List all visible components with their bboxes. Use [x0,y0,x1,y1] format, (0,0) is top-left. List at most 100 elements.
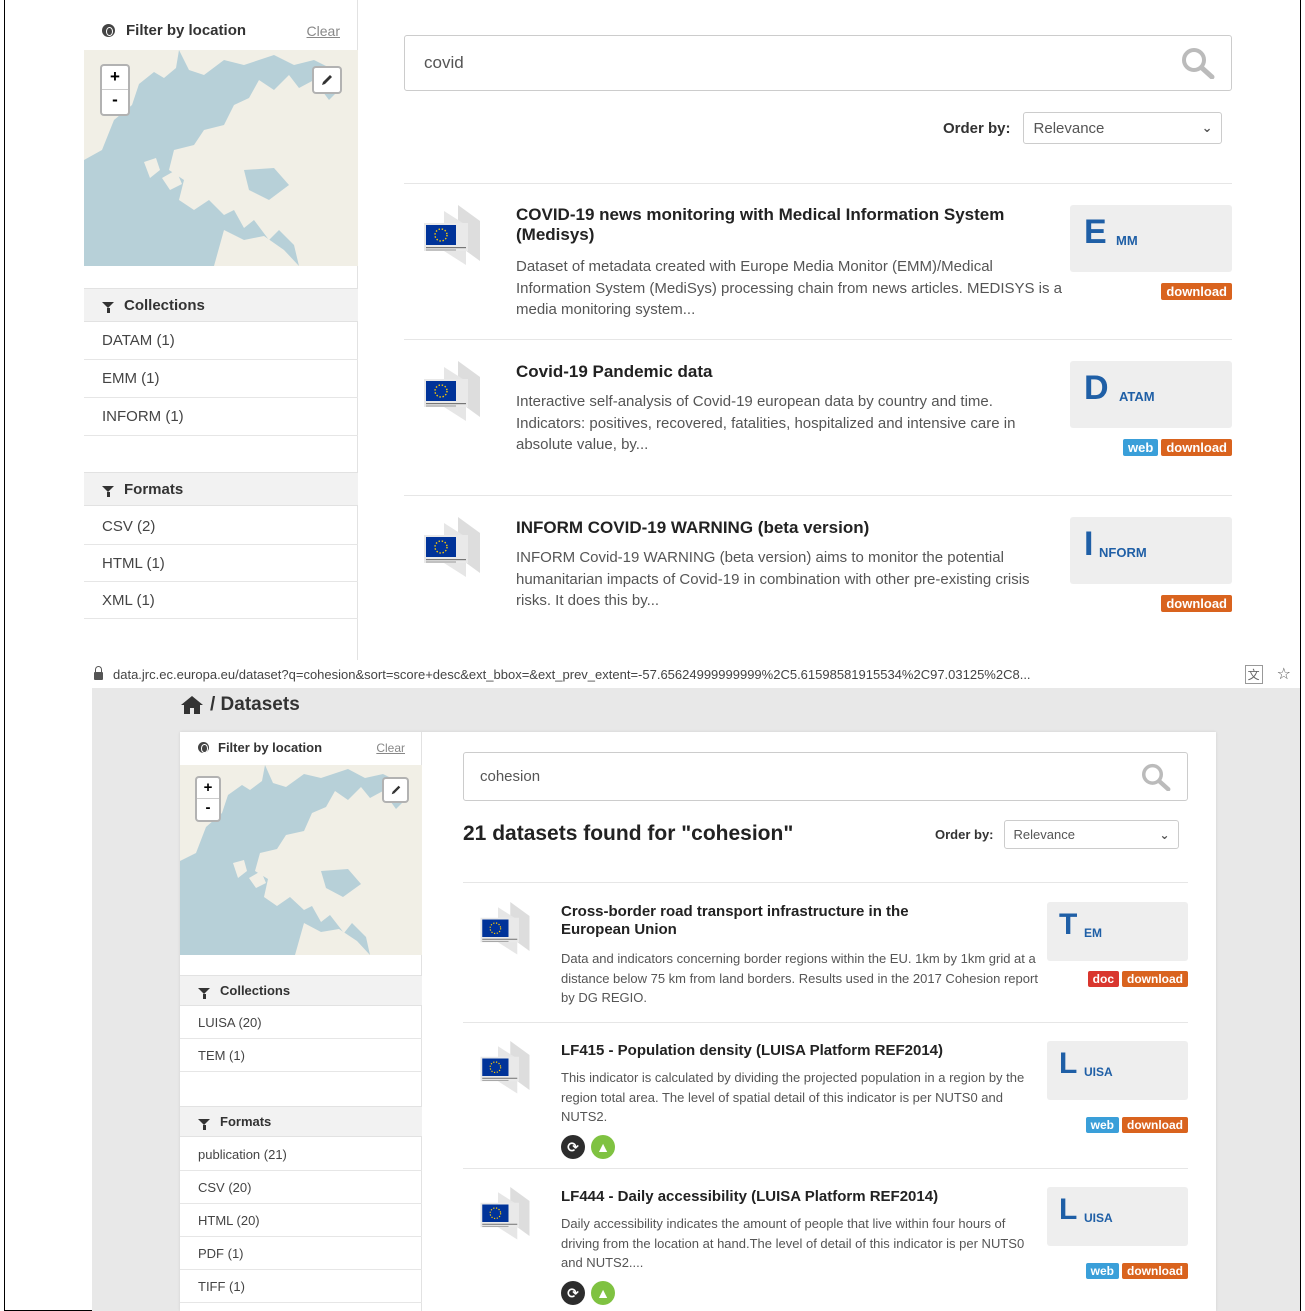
result-title[interactable]: LF444 - Daily accessibility (LUISA Platf… [561,1188,1031,1206]
collection-tile[interactable]: L UISA [1047,1187,1188,1246]
download-badge[interactable]: download [1161,283,1232,300]
lock-icon [94,666,103,680]
collection-rest: UISA [1084,1065,1113,1079]
collection-initial: L [1059,1047,1078,1080]
location-map[interactable]: + - [84,50,358,266]
collection-tile[interactable]: L UISA [1047,1041,1188,1100]
web-badge[interactable]: web [1085,1117,1119,1133]
collections-list: DATAM (1) EMM (1) INFORM (1) [84,322,358,436]
bottom-sidebar: Filter by location Clear + - Collections… [180,732,422,1311]
result-description: INFORM Covid-19 WARNING (beta version) a… [516,549,1030,609]
facet-item[interactable]: CSV (20) [180,1171,422,1204]
download-badge[interactable]: download [1161,439,1232,456]
clear-link[interactable]: Clear [307,23,340,39]
dataset-result[interactable]: LF415 - Population density (LUISA Platfo… [463,1041,1188,1161]
order-by-select[interactable]: Relevance ⌄ [1022,112,1222,144]
facet-item[interactable]: HTML (1) [84,545,358,582]
dataset-result[interactable]: COVID-19 news monitoring with Medical In… [404,205,1232,335]
download-badge[interactable]: download [1122,1117,1188,1133]
collection-rest: EM [1084,926,1102,940]
web-badge[interactable]: web [1123,439,1159,456]
search-input[interactable]: cohesion [480,768,540,785]
download-badge[interactable]: download [1161,595,1232,612]
european-commission-logo [424,205,480,265]
download-badge[interactable]: download [1122,1263,1188,1279]
zoom-in-button[interactable]: + [102,66,128,90]
result-title[interactable]: INFORM COVID-19 WARNING (beta version) [516,518,1056,538]
search-icon[interactable] [1141,763,1171,791]
bookmark-star-icon[interactable]: ☆ [1277,664,1291,684]
collections-header: Collections [84,288,358,322]
breadcrumb-datasets[interactable]: / Datasets [210,694,300,716]
result-title[interactable]: COVID-19 news monitoring with Medical In… [516,205,1036,246]
facet-item[interactable]: CSV (2) [84,508,358,545]
european-commission-logo [480,902,530,955]
translate-icon[interactable]: 文 [1244,664,1263,684]
doc-badge[interactable]: doc [1087,971,1119,987]
download-badge[interactable]: download [1122,971,1188,987]
map-zoom-control: + - [100,64,130,116]
divider [404,495,1232,496]
facet-item[interactable]: LUISA (20) [180,1006,422,1039]
filter-funnel-icon [198,1118,210,1130]
refresh-format-icon[interactable]: ⟳ [561,1281,585,1305]
filter-by-location-header: Filter by location Clear [102,22,340,39]
clear-link[interactable]: Clear [376,741,405,755]
collection-tile[interactable]: D ATAM [1070,361,1232,428]
collection-tile[interactable]: E MM [1070,205,1232,272]
facet-item[interactable]: PDF (1) [180,1237,422,1270]
globe-icon [198,742,209,753]
url-text[interactable]: data.jrc.ec.europa.eu/dataset?q=cohesion… [113,667,1031,682]
zoom-out-button[interactable]: - [102,90,128,114]
zoom-in-button[interactable]: + [197,778,219,799]
web-badge[interactable]: web [1085,1263,1119,1279]
facet-item[interactable]: INFORM (1) [84,398,358,436]
dataset-result[interactable]: Cross-border road transport infrastructu… [463,902,1188,1012]
search-box: covid [404,35,1232,91]
result-description: Dataset of metadata created with Europe … [516,258,1063,318]
european-commission-logo [480,1041,530,1094]
filter-by-location-header: Filter by location Clear [198,740,405,755]
breadcrumb: / Datasets [180,694,300,716]
facet-item[interactable]: HTML (20) [180,1204,422,1237]
divider [463,1168,1188,1169]
format-icons: ⟳ ▲ [561,1135,615,1159]
zoom-out-button[interactable]: - [197,799,219,820]
facet-item[interactable]: EMM (1) [84,360,358,398]
european-commission-logo [424,517,480,577]
order-by-select[interactable]: Relevance ⌄ [1003,820,1179,849]
format-badges: web download [1047,1117,1188,1133]
facet-item[interactable]: XML (1) [84,582,358,619]
format-badges: web download [1047,1263,1188,1279]
facet-item[interactable]: TIFF (1) [180,1270,422,1303]
collection-tile[interactable]: T EM [1047,902,1188,961]
map-format-icon[interactable]: ▲ [591,1281,615,1305]
collections-title: Collections [220,983,291,998]
dataset-result[interactable]: LF444 - Daily accessibility (LUISA Platf… [463,1187,1188,1307]
draw-area-button[interactable] [312,66,342,94]
home-icon[interactable] [180,695,204,715]
divider [463,1022,1188,1023]
result-title[interactable]: Covid-19 Pandemic data [516,362,1036,382]
search-input[interactable]: covid [424,53,464,73]
browser-url-bar[interactable]: data.jrc.ec.europa.eu/dataset?q=cohesion… [84,660,1301,688]
dataset-result[interactable]: Covid-19 Pandemic data Interactive self-… [404,361,1232,491]
map-format-icon[interactable]: ▲ [591,1135,615,1159]
filter-title: Filter by location [218,740,323,755]
collection-tile[interactable]: I NFORM [1070,517,1232,584]
search-icon[interactable] [1181,47,1215,79]
facet-item[interactable]: publication (21) [180,1138,422,1171]
collections-list: LUISA (20) TEM (1) [180,1006,422,1072]
result-title[interactable]: LF415 - Population density (LUISA Platfo… [561,1042,1031,1060]
refresh-format-icon[interactable]: ⟳ [561,1135,585,1159]
collection-initial: E [1084,213,1107,251]
result-title[interactable]: Cross-border road transport infrastructu… [561,903,981,939]
format-badges: download [1070,595,1232,612]
draw-area-button[interactable] [382,777,409,803]
search-box: cohesion [463,752,1188,801]
location-map[interactable]: + - [180,765,422,955]
dataset-result[interactable]: INFORM COVID-19 WARNING (beta version) I… [404,517,1232,647]
facet-item[interactable]: DATAM (1) [84,322,358,360]
pencil-icon [322,75,332,85]
facet-item[interactable]: TEM (1) [180,1039,422,1072]
